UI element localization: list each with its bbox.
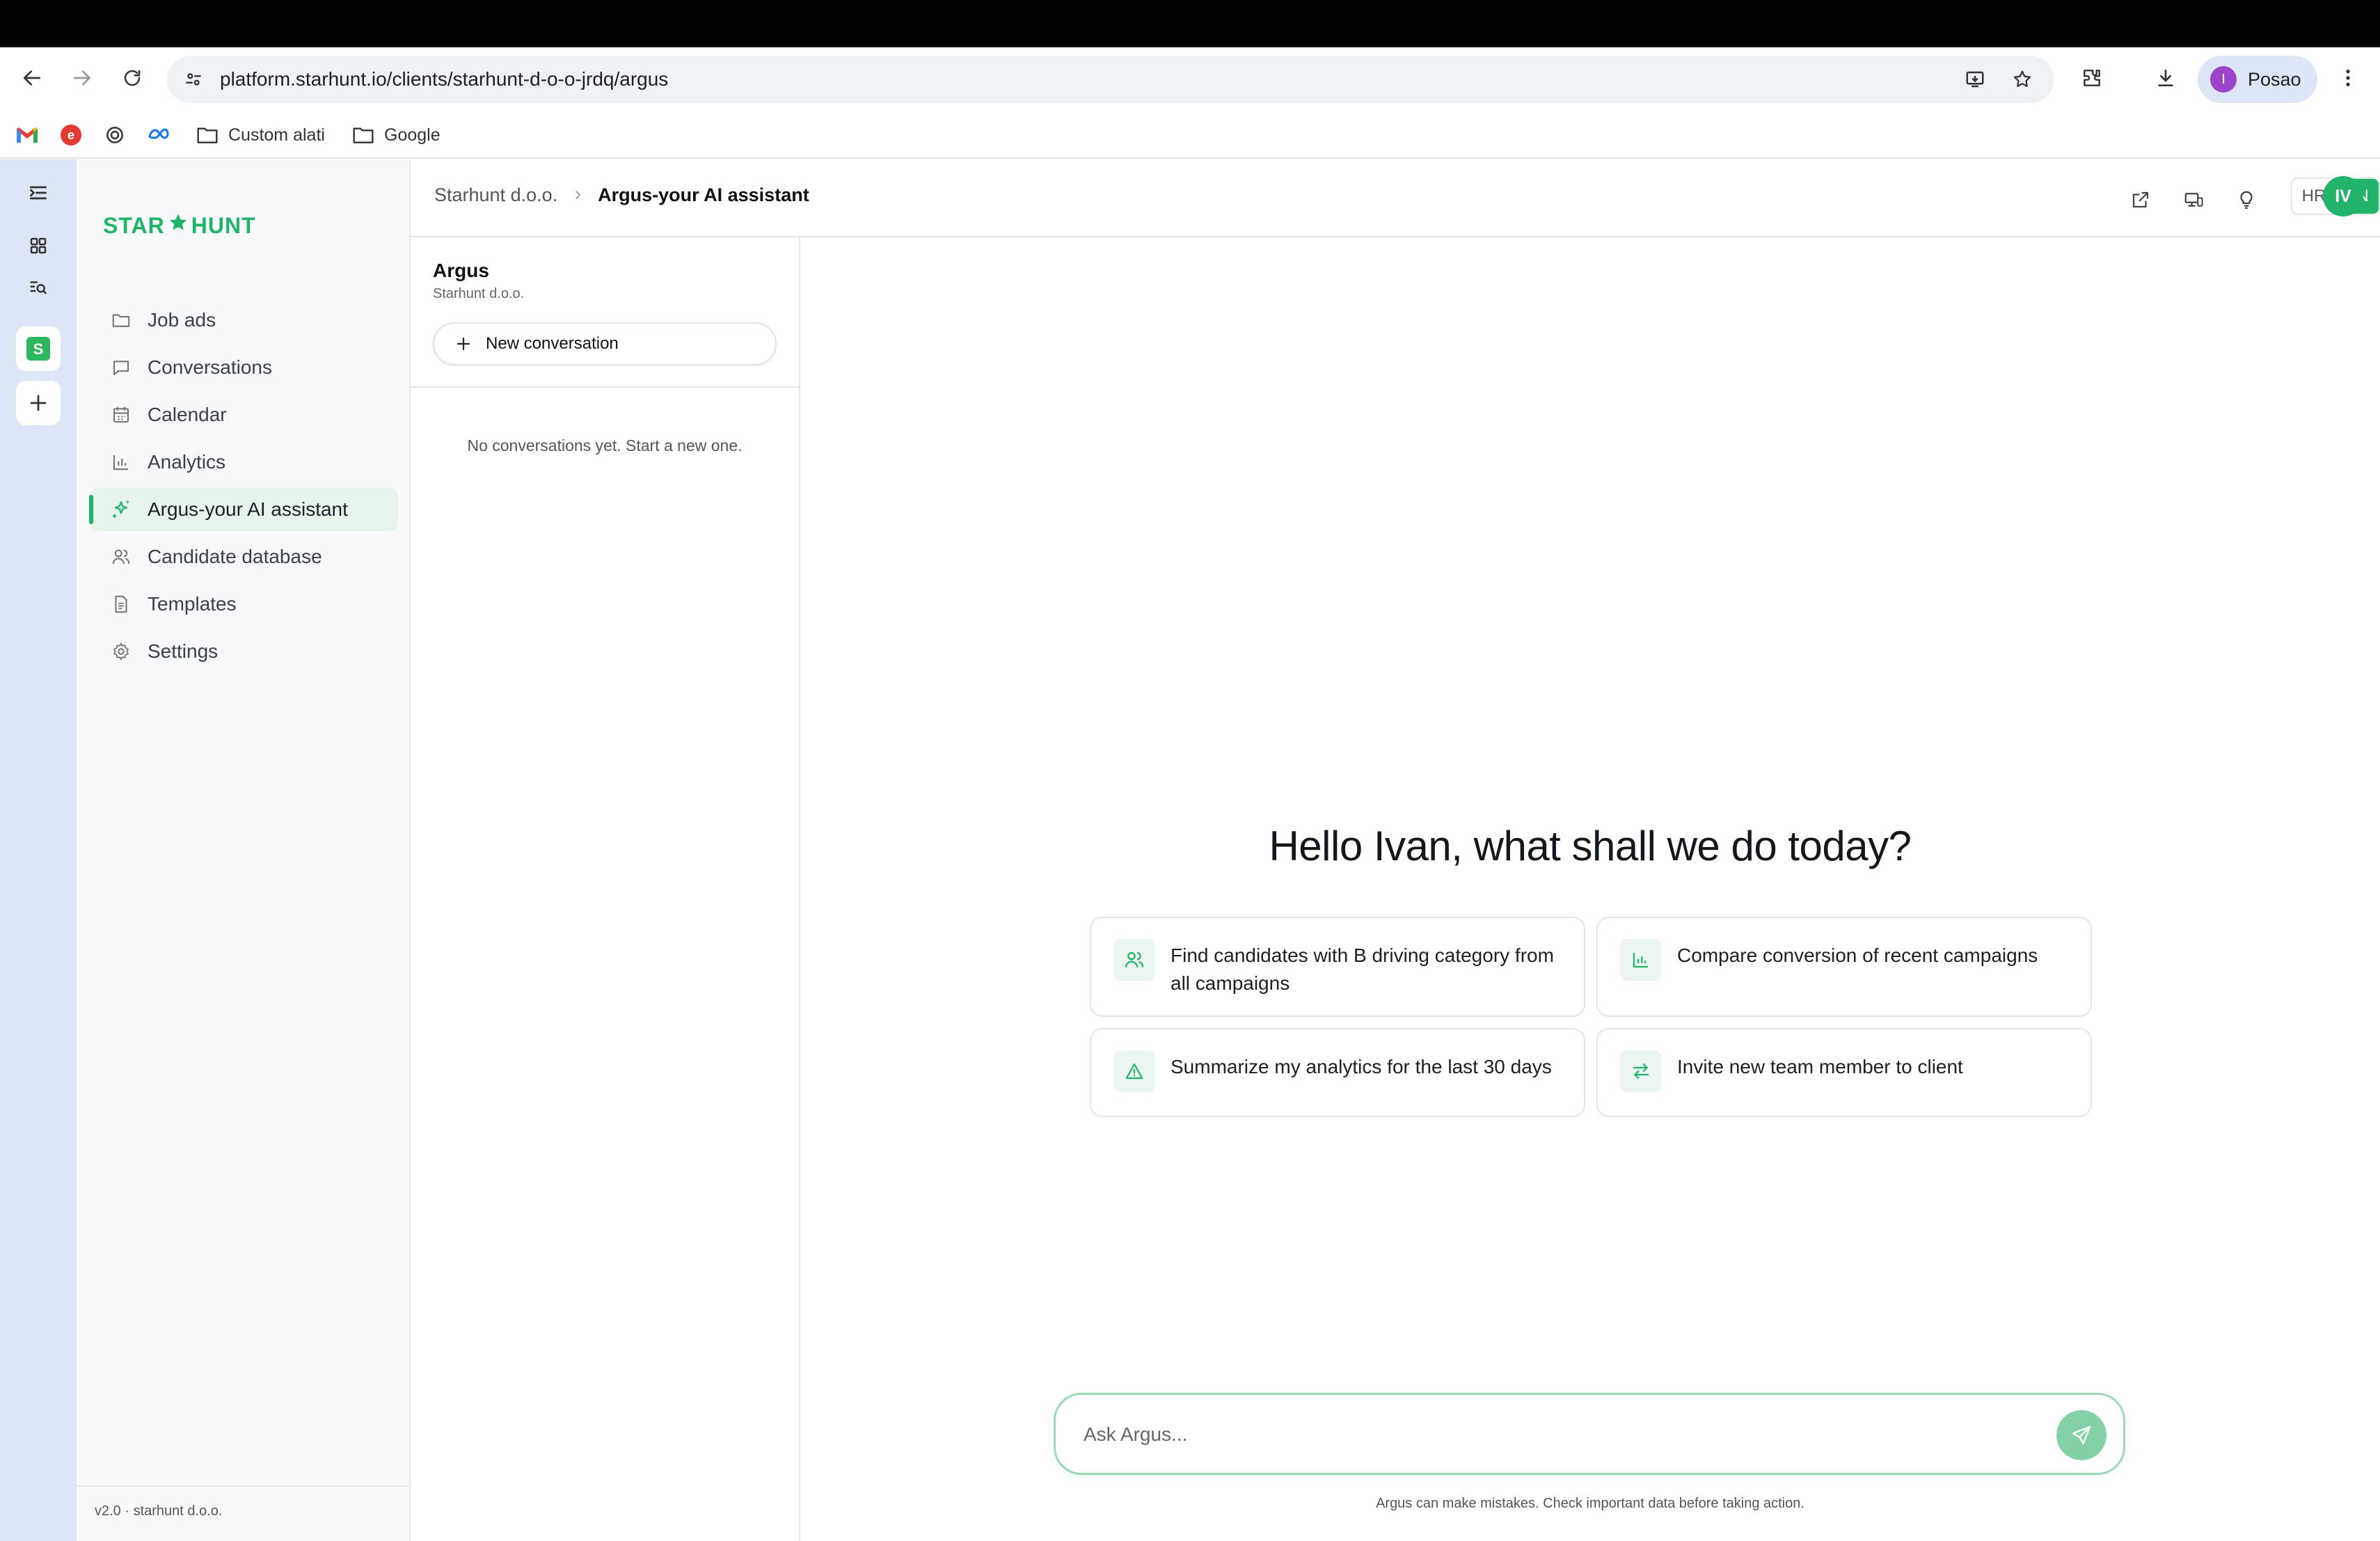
tab-search-icon[interactable]: [16, 265, 61, 310]
tab-grid-icon[interactable]: [16, 223, 61, 268]
divider: [411, 386, 799, 388]
sparkles-icon: [107, 496, 135, 523]
bar-chart-icon: [1620, 939, 1662, 981]
sidebar-item-argus[interactable]: Argus-your AI assistant: [89, 488, 398, 531]
chat-area: Hello Ivan, what shall we do today? Find…: [800, 237, 2380, 1541]
bookmark-folder-google[interactable]: Google: [352, 123, 441, 148]
gmail-icon[interactable]: [15, 123, 39, 148]
back-icon[interactable]: [15, 61, 49, 95]
sidebar-item-calendar[interactable]: Calendar: [89, 393, 398, 436]
external-link-icon[interactable]: [2125, 184, 2156, 215]
starhunt-logo[interactable]: STAR HUNT: [103, 212, 256, 239]
chat-icon: [107, 354, 135, 381]
send-icon: [2072, 1425, 2091, 1445]
logo-star-icon: [168, 212, 189, 239]
version-text: v2.0 · starhunt d.o.o.: [95, 1503, 223, 1519]
sidebar-item-conversations[interactable]: Conversations: [89, 346, 398, 389]
side-rail: S: [0, 159, 77, 1541]
suggestion-card-find-candidates[interactable]: Find candidates with B driving category …: [1090, 917, 1585, 1017]
new-conversation-button[interactable]: New conversation: [433, 322, 777, 365]
bookmark-folder-custom-alati[interactable]: Custom alati: [196, 123, 325, 148]
bar-chart-icon: [107, 448, 135, 476]
disclaimer-text: Argus can make mistakes. Check important…: [1376, 1496, 1804, 1511]
os-top-bar: [0, 0, 2380, 47]
downloads-icon[interactable]: [2149, 61, 2182, 95]
url-text[interactable]: platform.starhunt.io/clients/starhunt-d-…: [220, 65, 668, 93]
bookmarks-bar: e Custom alati Google: [0, 117, 2380, 153]
breadcrumb: Starhunt d.o.o. Argus-your AI assistant: [434, 184, 809, 206]
profile-avatar: I: [2210, 66, 2237, 93]
sidebar-item-analytics[interactable]: Analytics: [89, 441, 398, 484]
empty-state-text: No conversations yet. Start a new one.: [467, 436, 743, 455]
sidebar-item-job-ads[interactable]: Job ads: [89, 299, 398, 342]
starhunt-app: STAR HUNT Job ads Conversations Calendar…: [77, 159, 2380, 1541]
swap-arrows-icon: [1620, 1050, 1662, 1092]
sidebar-item-templates[interactable]: Templates: [89, 583, 398, 626]
chevron-right-icon: [571, 184, 584, 206]
sidebar-item-settings[interactable]: Settings: [89, 630, 398, 673]
suggestion-card-compare-conversion[interactable]: Compare conversion of recent campaigns: [1596, 917, 2092, 1017]
address-bar[interactable]: platform.starhunt.io/clients/starhunt-d-…: [167, 56, 2054, 103]
openai-icon[interactable]: [104, 123, 125, 148]
install-app-icon[interactable]: [1961, 65, 1989, 93]
calendar-icon: [107, 401, 135, 429]
document-icon: [107, 590, 135, 618]
panel-subtitle: Starhunt d.o.o.: [433, 286, 525, 301]
starhunt-app-icon[interactable]: S: [16, 326, 61, 371]
user-avatar[interactable]: IV: [2323, 176, 2363, 216]
add-app-icon[interactable]: [16, 381, 61, 425]
meta-icon[interactable]: [148, 123, 174, 148]
sidebar-item-candidate-database[interactable]: Candidate database: [89, 535, 398, 578]
breadcrumb-parent[interactable]: Starhunt d.o.o.: [434, 184, 557, 206]
site-settings-icon[interactable]: [180, 65, 207, 93]
suggestion-card-invite-member[interactable]: Invite new team member to client: [1596, 1028, 2092, 1117]
warning-triangle-icon: [1113, 1050, 1155, 1092]
panel-title: Argus: [433, 260, 489, 281]
profile-chip[interactable]: I Posao: [2198, 56, 2317, 103]
reload-icon[interactable]: [116, 61, 149, 95]
devices-icon[interactable]: [2178, 184, 2209, 215]
top-header: Starhunt d.o.o. Argus-your AI assistant …: [411, 159, 2380, 237]
lightbulb-icon[interactable]: [2231, 184, 2262, 215]
starhunt-app-letter: S: [33, 340, 44, 358]
users-icon: [107, 543, 135, 571]
collapse-panel-icon[interactable]: [16, 171, 61, 215]
suggestion-card-summarize-analytics[interactable]: Summarize my analytics for the last 30 d…: [1090, 1028, 1585, 1117]
extensions-icon[interactable]: [2075, 61, 2109, 95]
folder-icon: [107, 306, 135, 334]
greeting-heading: Hello Ivan, what shall we do today?: [1269, 823, 1912, 869]
ask-argus-box: [1054, 1393, 2125, 1475]
gear-icon: [107, 638, 135, 665]
browser-menu-icon[interactable]: [2331, 61, 2365, 95]
forward-icon[interactable]: [65, 61, 99, 95]
svg-text:e: e: [68, 128, 74, 142]
conversation-panel: Argus Starhunt d.o.o. New conversation N…: [411, 237, 800, 1541]
plus-icon: [454, 334, 473, 354]
breadcrumb-current: Argus-your AI assistant: [598, 184, 809, 205]
profile-name: Posao: [2248, 68, 2301, 90]
e-icon[interactable]: e: [60, 123, 82, 148]
sidebar: STAR HUNT Job ads Conversations Calendar…: [77, 159, 411, 1541]
users-icon: [1113, 939, 1155, 981]
bookmark-star-icon[interactable]: [2008, 65, 2036, 93]
send-button[interactable]: [2056, 1410, 2107, 1460]
sidebar-footer: v2.0 · starhunt d.o.o.: [77, 1485, 411, 1541]
ask-argus-input[interactable]: [1084, 1416, 2016, 1453]
